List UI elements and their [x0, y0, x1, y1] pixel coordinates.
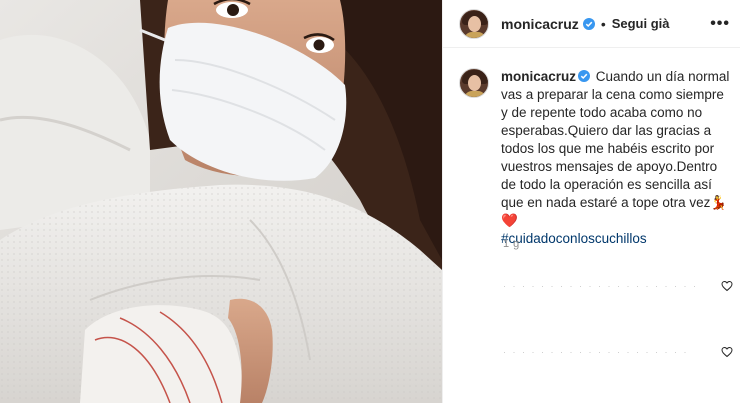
post-caption: monicacruz Cuando un día normal vas a pr…: [459, 68, 734, 248]
comment-row: · · · · · · · · · · · · · · · · · · · ·: [503, 346, 733, 358]
caption-username[interactable]: monicacruz: [501, 69, 576, 84]
author-username[interactable]: monicacruz: [501, 16, 579, 32]
following-button[interactable]: Segui già: [612, 16, 670, 31]
post-photo: [0, 0, 442, 403]
comment-text: · · · · · · · · · · · · · · · · · · · ·: [503, 347, 689, 357]
hashtag-link[interactable]: #cuidadoconloscuchillos: [501, 230, 733, 248]
caption-body: Cuando un día normal vas a preparar la c…: [501, 69, 730, 210]
more-options-icon[interactable]: •••: [710, 15, 730, 33]
patient-selfie-image: [0, 0, 442, 403]
post-header: monicacruz • Segui già •••: [443, 0, 740, 48]
caption-avatar[interactable]: [459, 68, 489, 98]
heart-outline-icon[interactable]: [721, 346, 733, 358]
heart-outline-icon[interactable]: [721, 280, 733, 292]
post-sidebar: monicacruz • Segui già ••• monicacruz Cu…: [442, 0, 740, 403]
verified-badge-icon: [578, 70, 591, 82]
red-heart-emoji: ❤️: [501, 213, 518, 228]
comment-text: · · · · · · · · · · · · · · · · · · · · …: [503, 281, 698, 291]
verified-badge-icon: [582, 17, 595, 30]
dancer-emoji: 💃: [710, 195, 728, 210]
post-timestamp[interactable]: 1 g: [503, 238, 520, 250]
header-separator: •: [600, 15, 606, 32]
author-avatar[interactable]: [459, 8, 489, 39]
comment-row: · · · · · · · · · · · · · · · · · · · · …: [503, 280, 733, 292]
caption-text-block: monicacruz Cuando un día normal vas a pr…: [501, 68, 733, 248]
